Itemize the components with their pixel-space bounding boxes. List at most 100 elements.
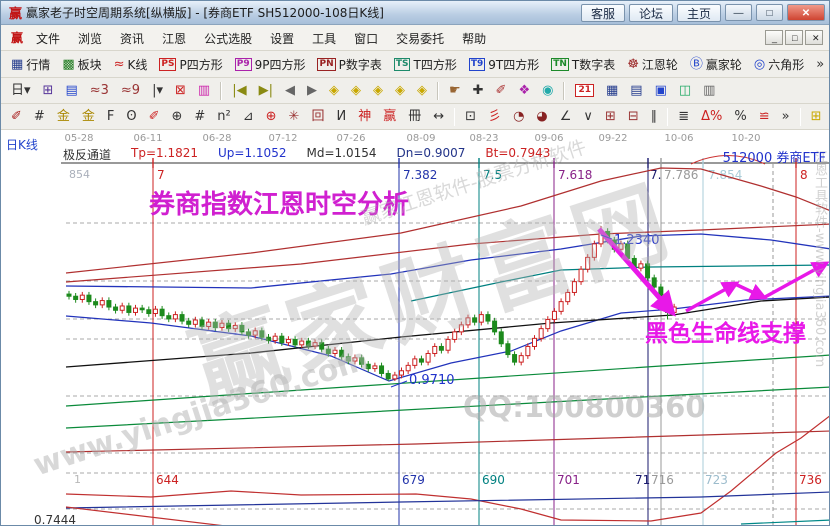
gann-flower-icon[interactable]: ❖ (512, 81, 536, 100)
calendar-icon[interactable]: 21 (569, 81, 600, 100)
expand-bars-icon[interactable]: ◈ (367, 81, 389, 100)
menu-item-formula-stock-pick[interactable]: 公式选股 (195, 29, 261, 49)
kline-chart-canvas[interactable]: 05-2806-1106-2807-1207-2608-0908-2309-06… (1, 130, 830, 526)
kline[interactable]: ≈K线 (108, 53, 154, 76)
save-icon[interactable]: ▣ (649, 81, 673, 100)
menu-item-browse[interactable]: 浏览 (69, 29, 111, 49)
minimize-button[interactable]: — (725, 4, 752, 21)
first-bar-icon[interactable]: |◀ (226, 81, 252, 100)
window-split-icon[interactable]: ⊞ (37, 81, 60, 100)
calculator-icon[interactable]: ▦ (600, 81, 624, 100)
p-number-table[interactable]: PNP数字表 (311, 53, 387, 76)
forum-button[interactable]: 论坛 (629, 4, 673, 22)
draw-line-icon[interactable]: ✐ (490, 81, 513, 100)
stats-list-icon[interactable]: ≣ (672, 107, 695, 126)
ruler-grid-icon[interactable]: # (28, 107, 51, 126)
customer-service-button[interactable]: 客服 (581, 4, 625, 22)
homepage-button[interactable]: 主页 (677, 4, 721, 22)
chart-area[interactable]: 赢家财富网 www.yingjia360.com 赢家江恩软件-股票分析软件 Q… (1, 130, 830, 526)
brain-wheel-icon[interactable]: ◉ (536, 81, 559, 100)
9p-square[interactable]: P99P四方形 (229, 53, 312, 76)
gold-ruler2-icon[interactable]: 金 (76, 107, 101, 126)
fan-rays-icon[interactable]: 彡 (482, 107, 507, 126)
more-draw2-icon[interactable]: » (828, 107, 829, 126)
menu-item-tools[interactable]: 工具 (303, 29, 345, 49)
more-draw-icon[interactable]: » (776, 107, 796, 126)
yellow-grid-icon[interactable]: ⊞ (805, 107, 828, 126)
next-bar-icon[interactable]: ▶ (301, 81, 323, 100)
shift-right-icon[interactable]: ◈ (345, 81, 367, 100)
square-box-icon[interactable]: ⊡ (459, 107, 482, 126)
fit-all-icon[interactable]: ◈ (411, 81, 433, 100)
child-minimize-button[interactable]: _ (765, 30, 783, 45)
red-pencil-icon[interactable]: ✐ (143, 107, 166, 126)
percent-line-icon[interactable]: ≌ (753, 107, 776, 126)
volume-color-icon[interactable]: ▥ (192, 81, 216, 100)
pencil-tool-icon[interactable]: ✐ (5, 107, 28, 126)
yi-mark-icon[interactable]: И (330, 107, 352, 126)
shrink-bars-icon[interactable]: ◈ (389, 81, 411, 100)
percent-icon[interactable]: % (728, 107, 752, 126)
prev-bar-icon[interactable]: ◀ (279, 81, 301, 100)
close-button[interactable]: ✕ (787, 4, 825, 21)
menu-item-settings[interactable]: 设置 (261, 29, 303, 49)
spiral-icon[interactable]: ʘ (120, 107, 142, 126)
p-square[interactable]: PSP四方形 (153, 53, 228, 76)
gann-ratio-label: 7.786 (664, 168, 698, 182)
shen-grid-icon[interactable]: 神 (352, 107, 377, 126)
shift-left-icon[interactable]: ◈ (323, 81, 345, 100)
child-close-button[interactable]: ✕ (805, 30, 823, 45)
grid-red2-icon[interactable]: ⊟ (622, 107, 645, 126)
menu-item-file[interactable]: 文件 (27, 29, 69, 49)
more-tools[interactable]: » (810, 55, 829, 74)
parallel-lines-icon[interactable]: ∥ (645, 107, 664, 126)
gann-wheel[interactable]: ☸江恩轮 (621, 53, 684, 76)
ying-grid-icon[interactable]: 赢 (377, 107, 402, 126)
maximize-button[interactable]: □ (756, 4, 783, 21)
grid-book-icon[interactable]: 冊 (402, 107, 427, 126)
notebook-icon[interactable]: ▤ (624, 81, 648, 100)
export-image-icon[interactable]: ◫ (673, 81, 697, 100)
wave-3-icon[interactable]: ≈3 (84, 81, 115, 100)
gold-ruler-icon[interactable]: 金 (51, 107, 76, 126)
wave-9-icon: ≈9 (121, 84, 140, 97)
single-candle-dropdown[interactable]: |▾ (146, 81, 169, 100)
mirror-angle-icon[interactable]: ⊿ (237, 107, 260, 126)
zigzag-icon[interactable]: ∨ (577, 107, 599, 126)
hand-tool-icon[interactable]: ☛ (443, 81, 467, 100)
percent-range-icon[interactable]: Δ% (695, 107, 728, 126)
market-quotes[interactable]: ▦行情 (5, 53, 56, 76)
t-number-table[interactable]: TNT数字表 (545, 53, 621, 76)
fan-rays-icon: 彡 (488, 110, 501, 123)
crosshair-icon[interactable]: ✚ (467, 81, 490, 100)
kline-style-dropdown[interactable]: 日▾ (5, 81, 37, 100)
angle-rays-icon[interactable]: ∠ (554, 107, 578, 126)
info-panel-icon[interactable]: ▤ (59, 81, 83, 100)
menu-item-news[interactable]: 资讯 (111, 29, 153, 49)
wave-9-icon[interactable]: ≈9 (115, 81, 146, 100)
width-measure-icon[interactable]: ↔ (427, 107, 450, 126)
target-circle-icon[interactable]: ⊕ (260, 107, 283, 126)
arc-quarter-icon[interactable]: ◔ (507, 107, 530, 126)
last-bar-icon[interactable]: ▶| (253, 81, 279, 100)
arc-dark-icon[interactable]: ◕ (530, 107, 553, 126)
child-restore-button[interactable]: □ (785, 30, 803, 45)
menu-item-window[interactable]: 窗口 (345, 29, 387, 49)
winner-wheel[interactable]: Ⓑ赢家轮 (684, 53, 748, 76)
menu-item-gann[interactable]: 江恩 (153, 29, 195, 49)
hexagon[interactable]: ◎六角形 (748, 53, 810, 76)
f-ruler-icon[interactable]: F (101, 107, 120, 126)
gann-wheel-small-icon[interactable]: ✳ (283, 107, 306, 126)
9t-square[interactable]: T99T四方形 (463, 53, 545, 76)
grid-red-icon[interactable]: ⊞ (599, 107, 622, 126)
kline-highlight-icon[interactable]: ⊠ (169, 81, 192, 100)
cycle-circle-icon[interactable]: ⊕ (165, 107, 188, 126)
n-squared-icon[interactable]: n² (211, 107, 236, 126)
menu-item-help[interactable]: 帮助 (453, 29, 495, 49)
printer-icon[interactable]: ▥ (697, 81, 721, 100)
t-square[interactable]: TST四方形 (388, 53, 463, 76)
hash-ruler-icon[interactable]: # (188, 107, 211, 126)
menu-item-trade[interactable]: 交易委托 (387, 29, 453, 49)
sectors[interactable]: ▩板块 (56, 53, 107, 76)
square-nest-icon[interactable]: 回 (305, 107, 330, 126)
